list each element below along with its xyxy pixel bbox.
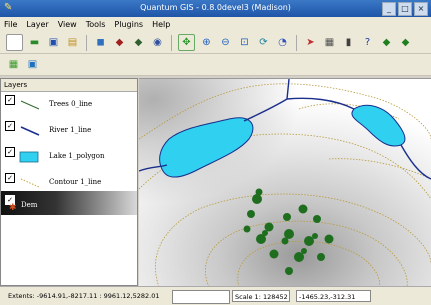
- menu-file[interactable]: File: [4, 20, 17, 29]
- layer-item-contour[interactable]: ✓ Contour 1_line: [1, 169, 137, 191]
- capture-point-icon[interactable]: ◆: [379, 35, 394, 50]
- grid-plugin-icon[interactable]: ▦: [6, 57, 21, 72]
- layer-visibility-checkbox[interactable]: ✓: [5, 95, 15, 105]
- layer-name: Trees 0_line: [49, 100, 93, 108]
- toolbar-separator: [296, 34, 297, 51]
- new-project-icon[interactable]: [6, 34, 23, 51]
- layers-panel: Layers ✓ Trees 0_line ✓ River 1_line ✓ L…: [0, 78, 138, 286]
- scale-label: Scale 1: 128452: [232, 290, 290, 302]
- layer-item-lake[interactable]: ✓ Lake 1_polygon: [1, 143, 137, 165]
- extents-label: Extents: -9614.91,-8217.11 : 9961.12,528…: [8, 292, 160, 300]
- menu-view[interactable]: View: [58, 20, 77, 29]
- pan-icon[interactable]: ✥: [178, 34, 195, 51]
- toolbar-separator: [171, 34, 172, 51]
- raster-layer-icon: ✱: [9, 203, 17, 213]
- print-icon[interactable]: ◼: [93, 35, 108, 50]
- menu-plugins[interactable]: Plugins: [114, 20, 143, 29]
- layer-visibility-checkbox[interactable]: ✓: [5, 147, 15, 157]
- zoom-out-icon[interactable]: ⊖: [218, 35, 233, 50]
- polygon-symbol-icon: [19, 151, 39, 163]
- dashed-line-symbol-icon: [20, 178, 40, 188]
- toolbar-separator: [86, 34, 87, 51]
- layer-name: River 1_line: [49, 126, 92, 134]
- zoom-full-icon[interactable]: ⊡: [237, 35, 252, 50]
- menu-bar: File Layer View Tools Plugins Help: [0, 17, 431, 32]
- save-project-icon[interactable]: ▣: [46, 35, 61, 50]
- progress-bar: [172, 290, 230, 304]
- zoom-in-icon[interactable]: ⊕: [199, 35, 214, 50]
- map-canvas[interactable]: [139, 78, 431, 287]
- refresh-icon[interactable]: ⟳: [256, 35, 271, 50]
- zoom-last-icon[interactable]: ◔: [275, 35, 290, 50]
- add-vector-icon[interactable]: ◆: [112, 35, 127, 50]
- save-as-icon[interactable]: ▤: [65, 35, 80, 50]
- dem-shade: [139, 79, 431, 287]
- window-title: Quantum GIS - 0.8.0devel3 (Madison): [140, 3, 291, 12]
- title-bar: ✎ Quantum GIS - 0.8.0devel3 (Madison) _ …: [0, 0, 431, 17]
- layer-item-river[interactable]: ✓ River 1_line: [1, 117, 137, 139]
- capture-line-icon[interactable]: ◆: [398, 35, 413, 50]
- layer-name: Dem: [21, 201, 38, 209]
- map-plugin-icon[interactable]: ▣: [25, 57, 40, 72]
- layer-visibility-checkbox[interactable]: ✓: [5, 121, 15, 131]
- measure-icon[interactable]: ▦: [322, 35, 337, 50]
- whats-this-icon[interactable]: ?: [360, 35, 375, 50]
- window-controls: _ □ ×: [382, 2, 428, 16]
- menu-tools[interactable]: Tools: [86, 20, 106, 29]
- add-postgis-icon[interactable]: ◉: [150, 35, 165, 50]
- line-symbol-icon: [20, 126, 40, 136]
- layer-name: Contour 1_line: [49, 178, 102, 186]
- thin-line-symbol-icon: [20, 100, 40, 110]
- add-raster-icon[interactable]: ◆: [131, 35, 146, 50]
- layer-visibility-checkbox[interactable]: ✓: [5, 173, 15, 183]
- status-bar: Extents: -9614.91,-8217.11 : 9961.12,528…: [0, 286, 431, 305]
- menu-help[interactable]: Help: [152, 20, 170, 29]
- close-button[interactable]: ×: [414, 2, 428, 16]
- minimize-button[interactable]: _: [382, 2, 396, 16]
- menu-layer[interactable]: Layer: [26, 20, 48, 29]
- main-toolbar: ▬ ▣ ▤ ◼ ◆ ◆ ◉ ✥ ⊕ ⊖ ⊡ ⟳ ◔ ➤ ▦ ▮ ? ◆ ◆: [0, 32, 431, 54]
- layer-item-trees[interactable]: ✓ Trees 0_line: [1, 91, 137, 113]
- identify-icon[interactable]: ➤: [303, 35, 318, 50]
- select-icon[interactable]: ▮: [341, 35, 356, 50]
- layer-item-dem[interactable]: ✓ ✱ Dem: [1, 191, 137, 215]
- open-project-icon[interactable]: ▬: [27, 35, 42, 50]
- layer-name: Lake 1_polygon: [49, 152, 105, 160]
- coordinates-label: -1465.23,-312.31: [296, 290, 371, 302]
- maximize-button[interactable]: □: [398, 2, 412, 16]
- map-render: [139, 79, 431, 287]
- plugin-toolbar: ▦ ▣: [0, 54, 431, 76]
